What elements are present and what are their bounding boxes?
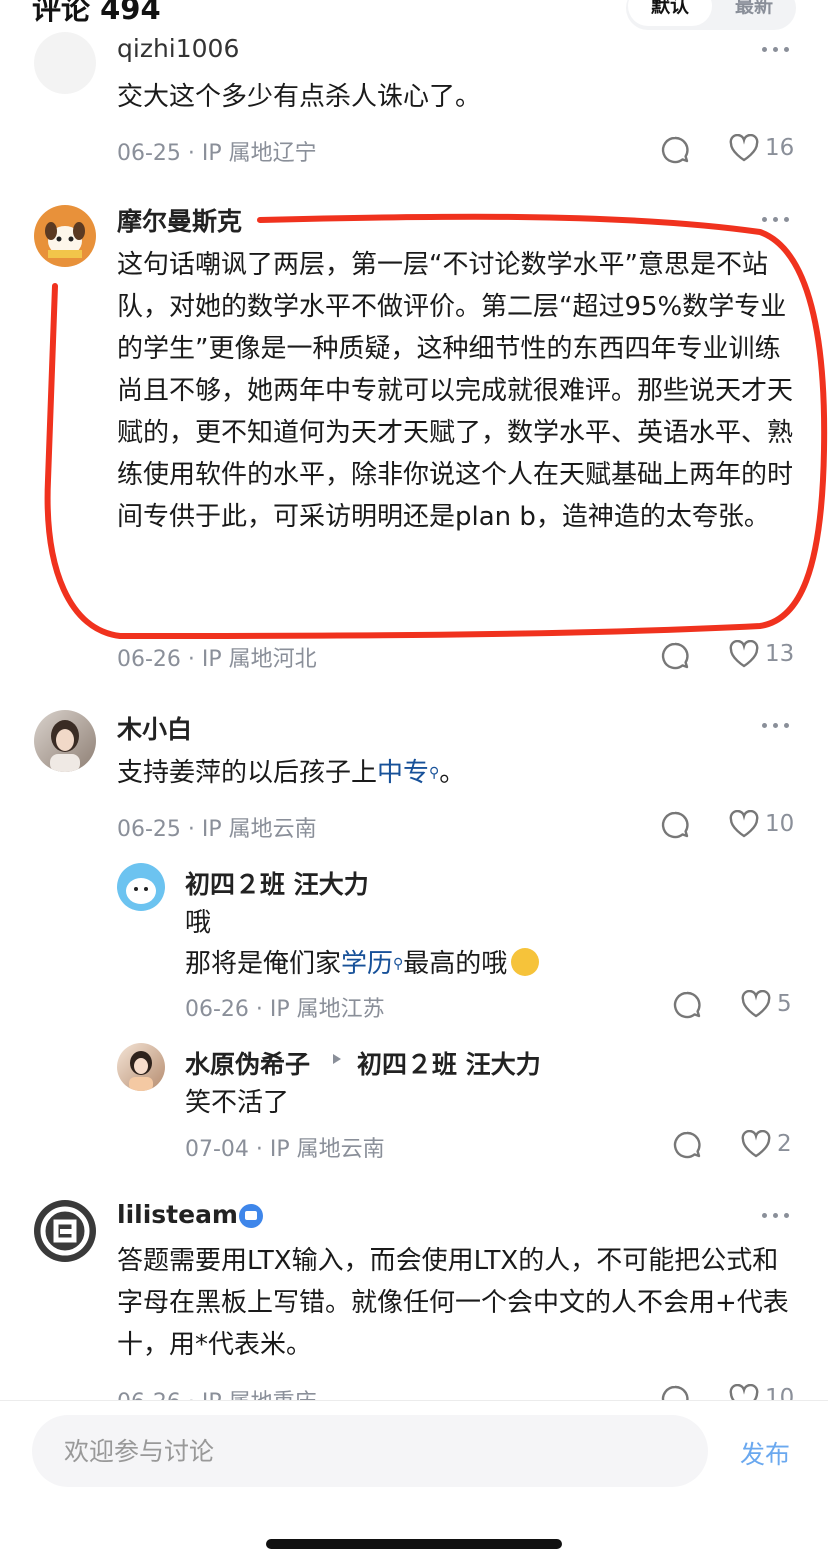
avatar[interactable] [34,1200,96,1262]
reply-username[interactable]: 水原伪希子 [185,1045,310,1081]
reply-arrow-icon [333,1054,341,1064]
more-icon[interactable] [762,1210,790,1220]
home-indicator[interactable] [266,1539,562,1549]
more-icon[interactable] [762,44,790,54]
avatar[interactable] [34,205,96,267]
comment-meta: 06-26 · IP 属地河北 [117,647,317,672]
like-count: 2 [777,1131,792,1157]
comment-meta: 06-25 · IP 属地云南 [117,817,317,842]
cartoon-avatar-icon [126,878,156,904]
like-button[interactable]: 5 [741,990,792,1018]
search-icon: ⚲ [393,956,404,972]
reply-icon[interactable] [660,641,690,671]
comment-count-title: 评论 494 [32,0,161,26]
reply-icon[interactable] [672,990,702,1020]
comment-username[interactable]: lilisteam [117,1200,238,1229]
verified-badge-icon [239,1204,263,1228]
reply-icon[interactable] [660,135,690,165]
reply-meta: 07-04 · IP 属地云南 [185,1137,385,1162]
heart-icon [741,1130,771,1158]
heart-icon [729,134,759,162]
comment-text: 交大这个多少有点杀人诛心了。 [117,82,482,112]
reply-text-line1: 哦 [185,908,212,938]
avatar[interactable] [117,863,165,911]
heart-icon [729,640,759,668]
sort-default-button[interactable]: 默认 [628,0,712,26]
emoji-icon [511,948,540,976]
sort-toggle: 默认 最新 [626,0,796,30]
avatar[interactable] [34,710,96,772]
search-link[interactable]: 中专 [377,758,429,788]
more-icon[interactable] [762,214,790,224]
like-button[interactable]: 10 [729,810,794,838]
search-icon: ⚲ [429,765,440,781]
comment-username[interactable]: 木小白 [117,710,192,746]
composer-bar: 发布 [0,1400,828,1565]
comment-text: 支持姜萍的以后孩子上中专⚲。 [117,758,466,788]
comment-meta: 06-25 · IP 属地辽宁 [117,141,317,166]
comments-header: 评论 494 默认 最新 [0,0,828,30]
comment-input-wrapper [32,1415,708,1487]
logo-avatar-icon [40,1206,90,1256]
heart-icon [741,990,771,1018]
reply-meta: 06-26 · IP 属地江苏 [185,997,385,1022]
like-button[interactable]: 16 [729,134,794,162]
reply-icon[interactable] [672,1130,702,1160]
like-count: 10 [765,811,795,837]
more-icon[interactable] [762,720,790,730]
avatar[interactable] [34,32,96,94]
reply-username[interactable]: 初四２班 汪大力 [185,865,369,901]
comment-username[interactable]: qizhi1006 [117,34,239,63]
like-count: 5 [777,991,792,1017]
search-link[interactable]: 学历 [341,949,393,979]
reply-to-username[interactable]: 初四２班 汪大力 [357,1045,541,1081]
comment-text: 答题需要用LTX输入，而会使用LTX的人，不可能把公式和字母在黑板上写错。就像任… [117,1246,789,1360]
like-button[interactable]: 2 [741,1130,792,1158]
like-button[interactable]: 13 [729,640,794,668]
heart-icon [729,810,759,838]
like-count: 13 [765,641,795,667]
reply-text-line2: 那将是俺们家学历⚲最高的哦 [185,943,785,985]
reply-icon[interactable] [660,810,690,840]
person-avatar-icon [50,720,80,772]
avatar[interactable] [117,1043,165,1091]
like-count: 16 [765,135,795,161]
comment-input[interactable] [32,1415,708,1487]
publish-button[interactable]: 发布 [740,1435,790,1471]
dog-avatar-icon [45,222,85,258]
reply-text: 笑不活了 [185,1088,290,1118]
comment-username[interactable]: 摩尔曼斯克 [117,202,242,238]
person-avatar-icon [129,1051,153,1091]
comment-text: 这句话嘲讽了两层，第一层“不讨论数学水平”意思是不站队，对她的数学水平不做评价。… [117,250,794,532]
sort-latest-button[interactable]: 最新 [712,0,796,26]
